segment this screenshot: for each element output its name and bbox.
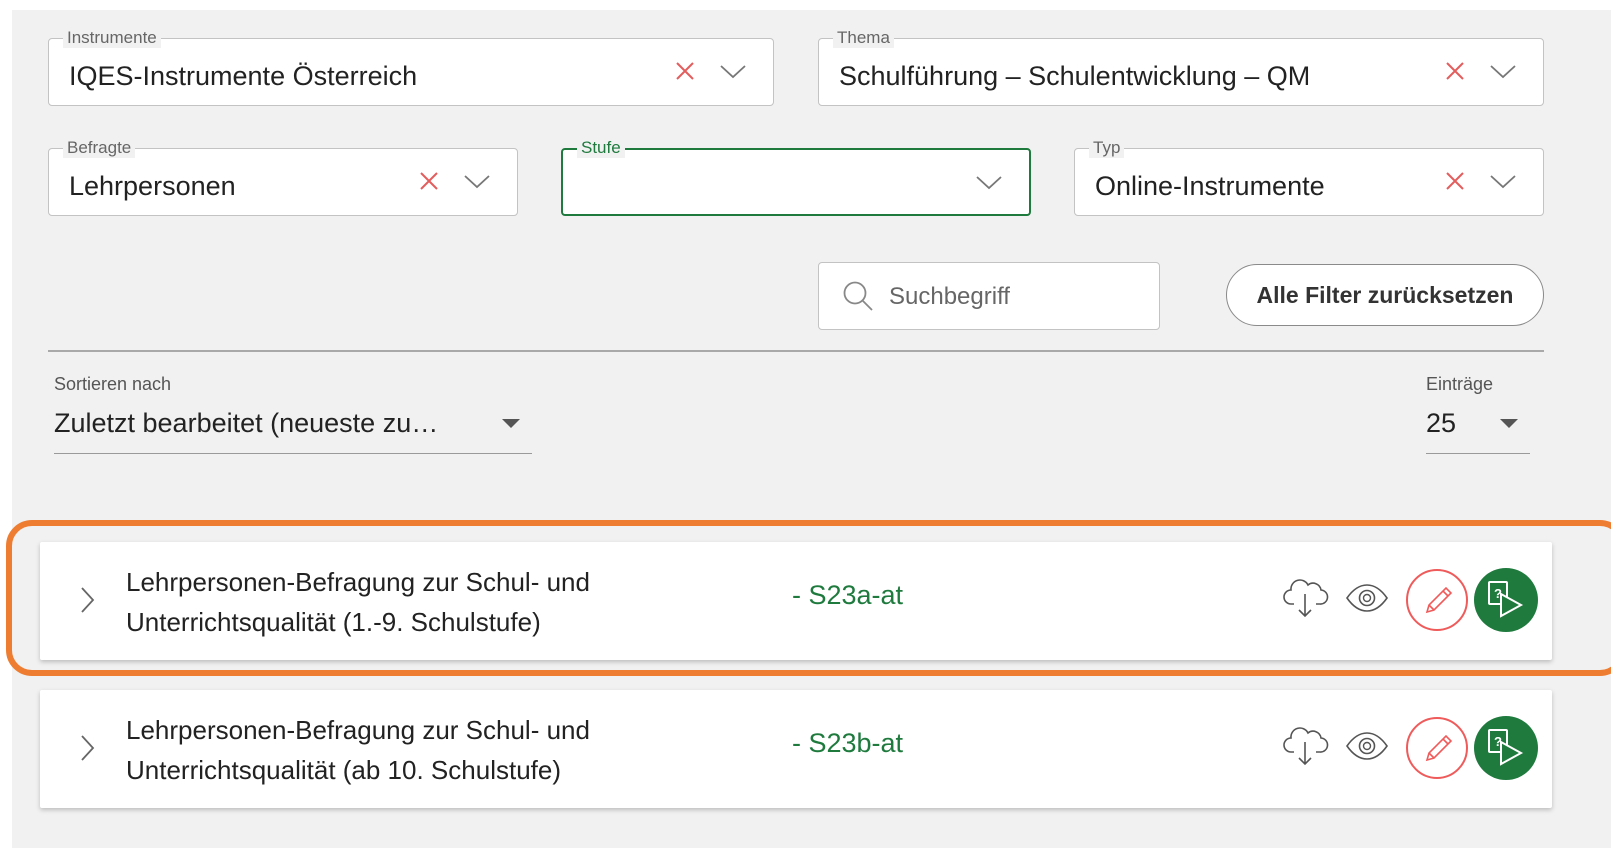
clear-typ-icon[interactable] — [1444, 170, 1466, 192]
instrument-code: - S23b-at — [792, 728, 904, 758]
typ-label: Typ — [1089, 138, 1125, 158]
instrument-title-line: Lehrpersonen-Befragung zur Schul- und — [126, 715, 590, 745]
entries-select[interactable]: 25 — [1426, 400, 1530, 454]
instrument-card: Lehrpersonen-Befragung zur Schul- und Un… — [40, 690, 1552, 808]
sort-label: Sortieren nach — [54, 374, 172, 394]
befragte-label: Befragte — [63, 138, 136, 158]
sort-select[interactable]: Zuletzt bearbeitet (neueste zu… — [54, 400, 532, 454]
thema-label: Thema — [833, 28, 894, 48]
search-icon — [843, 281, 873, 311]
edit-button[interactable] — [1406, 717, 1468, 779]
highlight-frame — [6, 520, 1611, 676]
stufe-select[interactable]: Stufe — [561, 138, 1031, 216]
thema-value: Schulführung – Schulentwicklung – QM — [839, 61, 1311, 91]
search-input[interactable] — [887, 279, 1141, 315]
thema-select[interactable]: Thema Schulführung – Schulentwicklung – … — [818, 28, 1544, 106]
start-survey-icon: ? — [1488, 729, 1524, 766]
chevron-down-icon[interactable] — [1489, 170, 1517, 192]
chevron-down-icon[interactable] — [463, 170, 491, 192]
stufe-label: Stufe — [577, 138, 625, 158]
instrument-search-panel: Instrumente IQES-Instrumente Österreich … — [0, 0, 1611, 848]
dropdown-arrow-icon — [1500, 419, 1518, 428]
reset-filters-button[interactable]: Alle Filter zurücksetzen — [1226, 264, 1544, 326]
divider — [48, 350, 1544, 352]
clear-instrumente-icon[interactable] — [674, 60, 696, 82]
search-field[interactable] — [818, 262, 1160, 330]
entries-label: Einträge — [1426, 374, 1494, 394]
instrument-title[interactable]: Lehrpersonen-Befragung zur Schul- und Un… — [126, 710, 686, 790]
eye-icon[interactable] — [1344, 730, 1390, 762]
chevron-down-icon[interactable] — [719, 60, 747, 82]
top-edge — [0, 0, 1611, 10]
start-survey-button[interactable]: ? — [1474, 716, 1538, 780]
clear-thema-icon[interactable] — [1444, 60, 1466, 82]
instrument-title-line: Unterrichtsqualität (ab 10. Schulstufe) — [126, 755, 561, 785]
dropdown-arrow-icon — [502, 419, 520, 428]
befragte-value: Lehrpersonen — [69, 171, 236, 201]
instrumente-select[interactable]: Instrumente IQES-Instrumente Österreich — [48, 28, 774, 106]
clear-befragte-icon[interactable] — [418, 170, 440, 192]
sort-value: Zuletzt bearbeitet (neueste zu… — [54, 408, 439, 438]
instrumente-value: IQES-Instrumente Österreich — [69, 61, 418, 91]
chevron-down-icon[interactable] — [1489, 60, 1517, 82]
chevron-right-icon[interactable] — [78, 732, 98, 764]
chevron-down-icon[interactable] — [975, 171, 1003, 193]
instrumente-label: Instrumente — [63, 28, 161, 48]
typ-select[interactable]: Typ Online-Instrumente — [1074, 138, 1544, 216]
befragte-select[interactable]: Befragte Lehrpersonen — [48, 138, 518, 216]
pencil-icon — [1425, 734, 1453, 762]
left-edge — [0, 0, 12, 848]
cloud-download-icon[interactable] — [1282, 724, 1330, 768]
entries-value: 25 — [1426, 408, 1457, 438]
typ-value: Online-Instrumente — [1095, 171, 1325, 201]
